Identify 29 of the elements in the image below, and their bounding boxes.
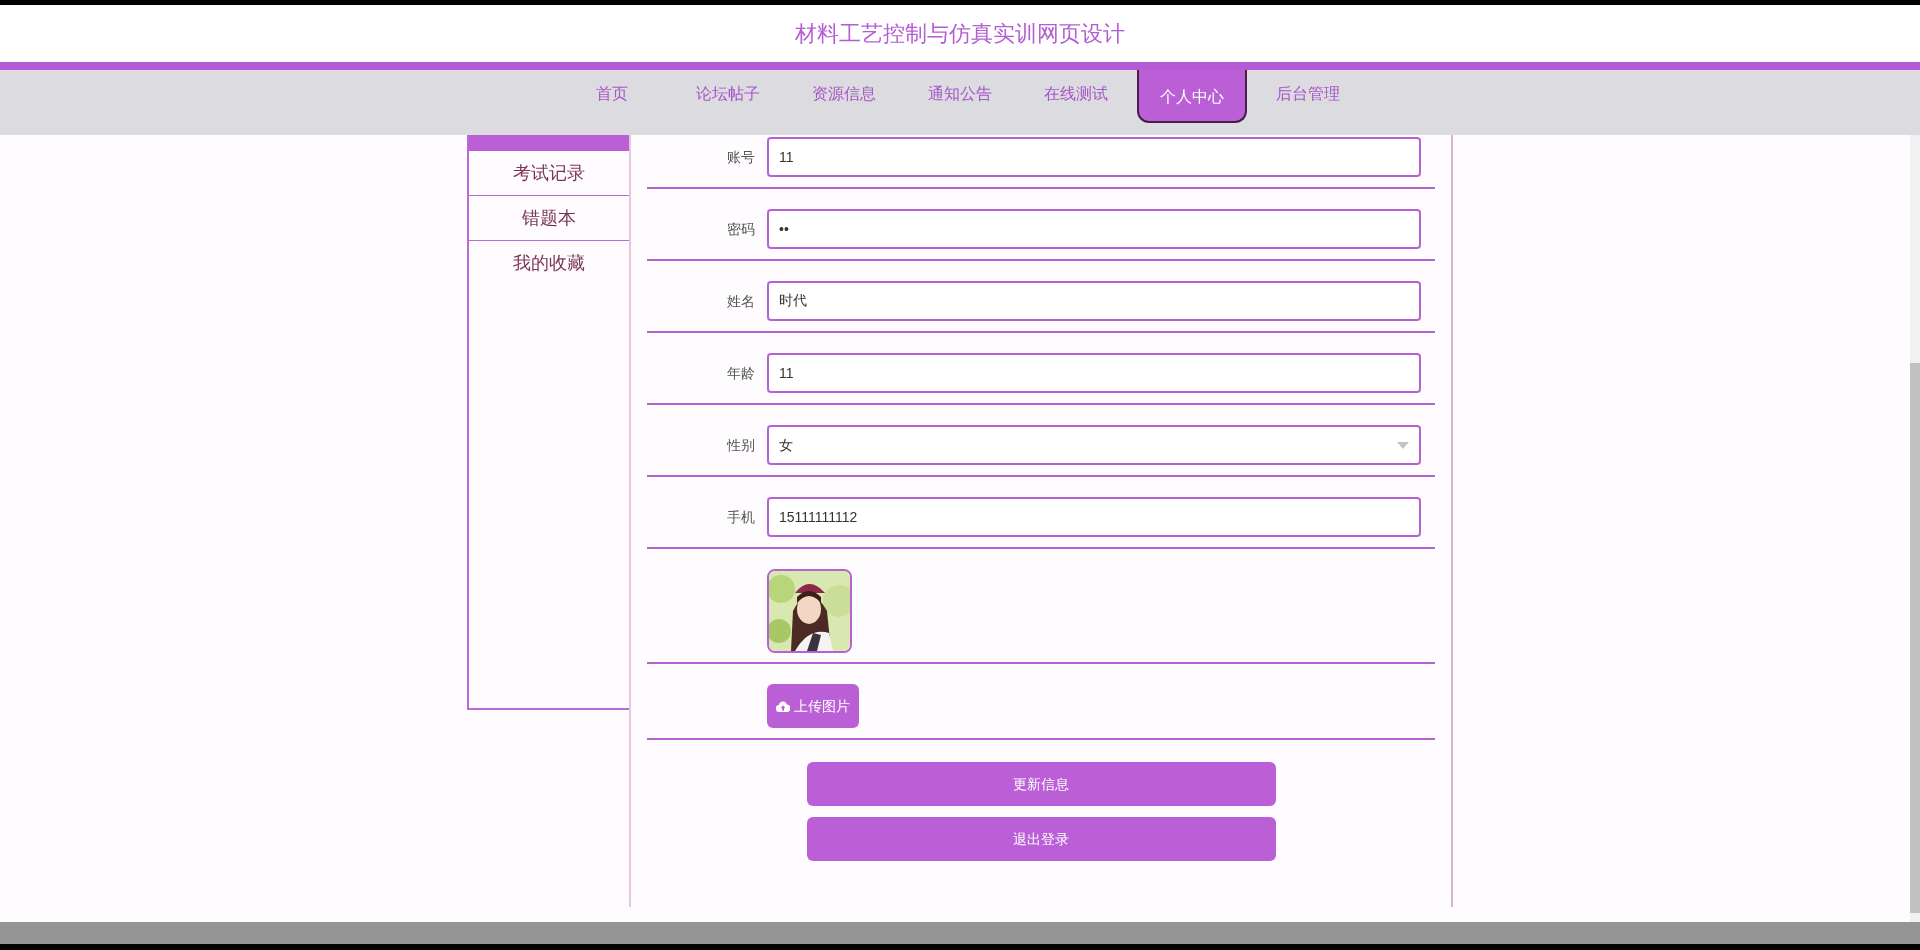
- field-label: 性别: [727, 435, 755, 455]
- caret-icon: [1397, 441, 1409, 449]
- input-field[interactable]: 时代: [767, 281, 1421, 321]
- field-label: 手机: [727, 507, 755, 527]
- input-field[interactable]: 11: [767, 353, 1421, 393]
- select-field[interactable]: 女: [767, 425, 1421, 465]
- nav-tab[interactable]: 首页: [557, 70, 667, 118]
- site-title: 材料工艺控制与仿真实训网页设计: [795, 20, 1125, 48]
- sidebar-item[interactable]: 错题本: [469, 196, 629, 241]
- field-label: 密码: [727, 219, 755, 239]
- action-button[interactable]: 退出登录: [806, 817, 1276, 861]
- nav-tab[interactable]: 后台管理: [1253, 70, 1363, 118]
- sidebar-item[interactable]: 我的收藏: [469, 241, 629, 286]
- input-field[interactable]: 15111111112: [767, 497, 1421, 537]
- upload-button[interactable]: 上传图片: [767, 684, 859, 728]
- cloud-upload-icon: [776, 700, 790, 712]
- input-field[interactable]: 11: [767, 137, 1421, 177]
- field-label: 账号: [727, 147, 755, 167]
- nav-tab[interactable]: 通知公告: [905, 70, 1015, 118]
- action-button[interactable]: 更新信息: [806, 762, 1276, 806]
- nav-tab[interactable]: 论坛帖子: [673, 70, 783, 118]
- nav-tab[interactable]: 个人中心: [1137, 70, 1247, 123]
- scrollbar-thumb[interactable]: [1910, 363, 1920, 913]
- nav-tab[interactable]: 资源信息: [789, 70, 899, 118]
- field-label: 姓名: [727, 291, 755, 311]
- field-label: 年龄: [727, 363, 755, 383]
- nav-tab[interactable]: 在线测试: [1021, 70, 1131, 118]
- sidebar-item[interactable]: 考试记录: [469, 151, 629, 196]
- password-field[interactable]: ••: [767, 209, 1421, 249]
